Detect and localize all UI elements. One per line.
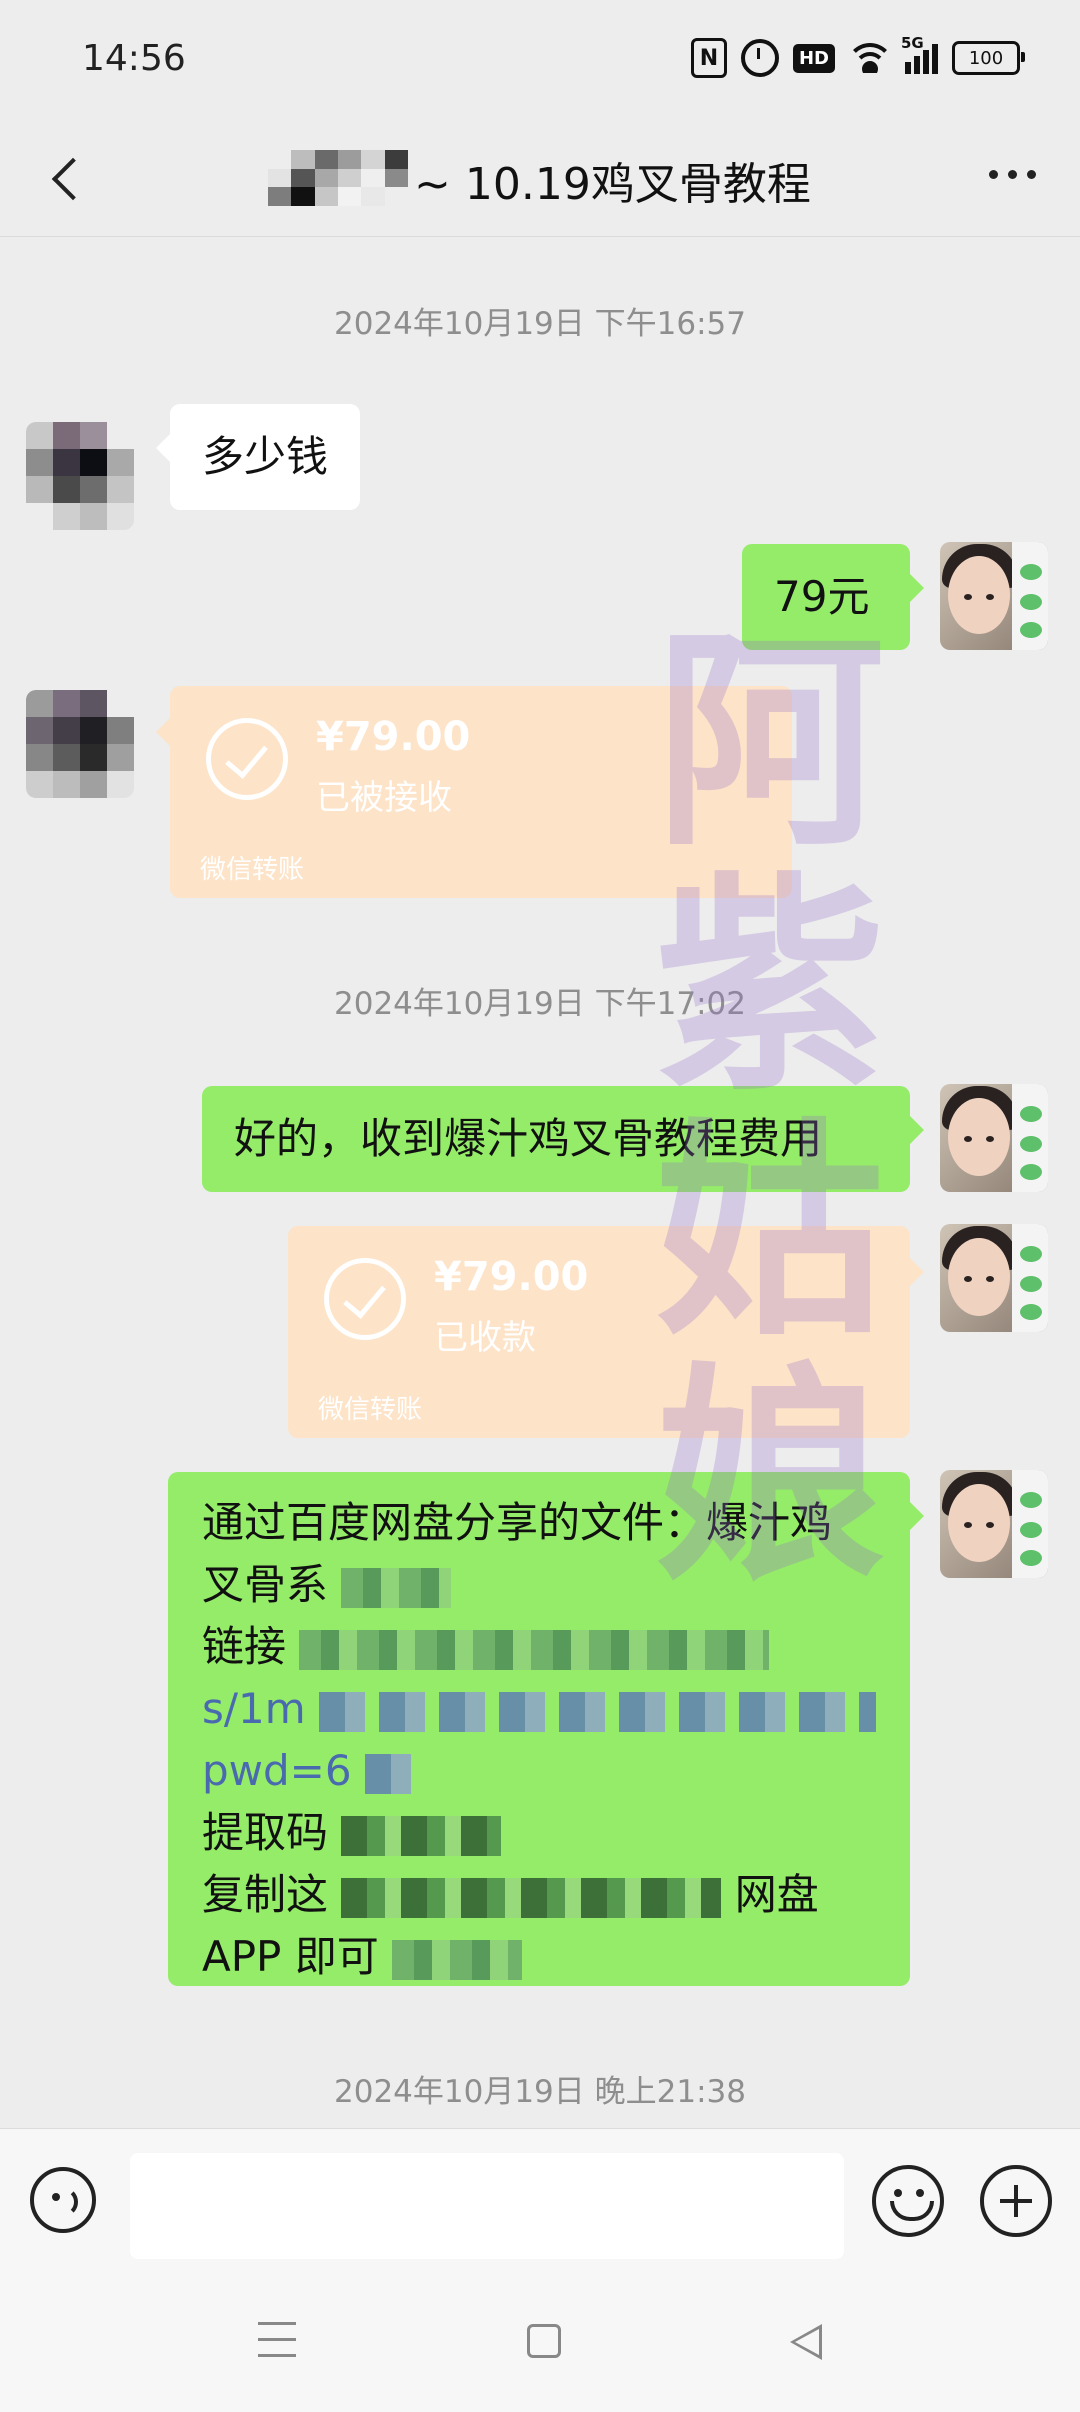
- message-input[interactable]: [130, 2153, 844, 2259]
- check-circle-icon: [324, 1258, 406, 1340]
- share-line: APP 即可: [202, 1926, 876, 1988]
- my-avatar[interactable]: [940, 1224, 1048, 1332]
- contact-avatar[interactable]: [26, 690, 134, 798]
- share-link-message[interactable]: 通过百度网盘分享的文件：爆汁鸡 叉骨系 链接 s/1m pwd=6 提取码 复制…: [168, 1472, 924, 1988]
- contact-name-mosaic: [268, 150, 408, 206]
- home-nav-icon[interactable]: [527, 2324, 561, 2358]
- voice-input-icon[interactable]: [30, 2167, 96, 2233]
- share-link-pwd[interactable]: pwd=6: [202, 1740, 876, 1802]
- share-line: 叉骨系: [202, 1554, 876, 1616]
- timestamp: 2024年10月19日 下午16:57: [334, 306, 746, 342]
- my-avatar[interactable]: [940, 1470, 1048, 1578]
- transfer-status: 已被接收: [316, 778, 452, 818]
- check-circle-icon: [206, 718, 288, 800]
- alarm-icon: [740, 39, 779, 77]
- my-avatar[interactable]: [940, 1084, 1048, 1192]
- timestamp: 2024年10月19日 下午17:02: [334, 986, 746, 1022]
- menu-nav-icon[interactable]: [258, 2322, 296, 2358]
- battery-icon: 100: [952, 41, 1025, 75]
- transfer-amount: ¥79.00: [316, 714, 471, 760]
- my-avatar[interactable]: [940, 542, 1048, 650]
- share-line: 提取码: [202, 1802, 876, 1864]
- back-nav-icon[interactable]: [790, 2324, 822, 2360]
- more-options-button[interactable]: [989, 170, 1036, 179]
- share-line: 复制这 网盘: [202, 1870, 819, 1919]
- chat-header: ~ 10.19鸡叉骨教程: [0, 120, 1080, 237]
- system-nav-bar: [0, 2282, 1080, 2412]
- outgoing-message[interactable]: 好的，收到爆汁鸡叉骨教程费用: [202, 1086, 924, 1192]
- contact-avatar[interactable]: [26, 422, 134, 530]
- emoji-icon[interactable]: [872, 2165, 944, 2237]
- transfer-card[interactable]: ¥79.00 已被接收 微信转账: [156, 686, 792, 898]
- status-time: 14:56: [82, 38, 186, 79]
- chat-title: ~ 10.19鸡叉骨教程: [414, 159, 811, 210]
- transfer-amount: ¥79.00: [434, 1254, 589, 1300]
- status-bar: 14:56 N HD 5G 100: [0, 0, 1080, 120]
- hd-icon: HD: [792, 43, 835, 73]
- network-type: 5G: [901, 34, 924, 52]
- transfer-card[interactable]: ¥79.00 已收款 微信转账: [288, 1226, 924, 1438]
- transfer-footer: 微信转账: [200, 855, 305, 885]
- share-link-url[interactable]: s/1m: [202, 1678, 876, 1740]
- signal-icon: 5G: [901, 34, 938, 74]
- nfc-icon: N: [690, 38, 727, 78]
- transfer-status: 已收款: [434, 1318, 536, 1358]
- wifi-icon: [849, 43, 891, 73]
- timestamp: 2024年10月19日 晚上21:38: [334, 2074, 746, 2110]
- share-line: 链接: [202, 1616, 876, 1678]
- plus-icon[interactable]: [980, 2165, 1052, 2237]
- transfer-footer: 微信转账: [318, 1395, 423, 1425]
- incoming-message[interactable]: 多少钱: [155, 404, 361, 510]
- input-bar: [0, 2128, 1080, 2283]
- status-icons: N HD 5G 100: [690, 34, 1025, 78]
- outgoing-message[interactable]: 79元: [742, 544, 924, 650]
- back-button[interactable]: [44, 150, 94, 210]
- share-line: 通过百度网盘分享的文件：爆汁鸡: [202, 1498, 833, 1547]
